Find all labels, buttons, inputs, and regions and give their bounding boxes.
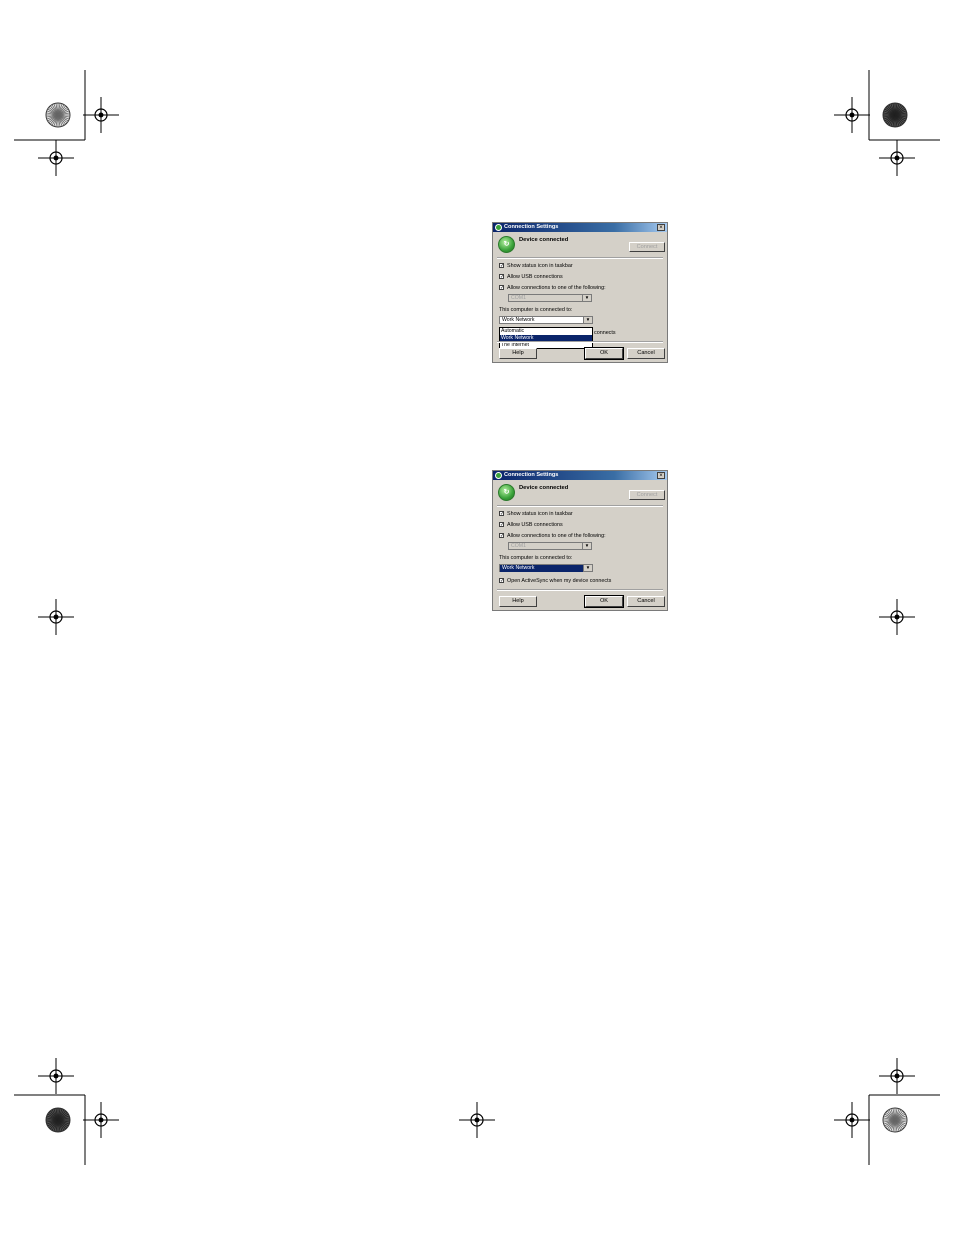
show-status-icon-label: Show status icon in taskbar — [507, 262, 573, 269]
dropdown-option-automatic[interactable]: Automatic — [500, 328, 592, 335]
chevron-down-icon: ▼ — [582, 543, 591, 549]
starburst-registration-icon — [45, 1107, 71, 1133]
crosshair-registration-icon — [879, 140, 915, 176]
title-bar[interactable]: Connection Settings × — [493, 471, 667, 480]
allow-connections-checkbox-row[interactable]: ✓ Allow connections to one of the follow… — [499, 532, 606, 539]
device-status: Device connected — [519, 237, 569, 243]
port-value: COM1 — [511, 295, 526, 301]
close-button[interactable]: × — [657, 472, 665, 479]
chevron-down-icon: ▼ — [582, 295, 591, 301]
connect-button[interactable]: Connect — [629, 490, 665, 500]
chevron-down-icon[interactable]: ▼ — [583, 565, 592, 571]
show-status-icon-checkbox-row[interactable]: ✓ Show status icon in taskbar — [499, 262, 573, 269]
divider — [497, 257, 663, 259]
network-dropdown-list: Automatic Work Network The Internet — [499, 327, 593, 349]
device-status: Device connected — [519, 485, 569, 491]
dialog-title: Connection Settings — [504, 224, 559, 230]
connection-settings-dialog: Connection Settings × ↻ Device connected… — [492, 470, 668, 611]
allow-connections-checkbox[interactable]: ✓ — [499, 285, 504, 291]
crosshair-registration-icon — [834, 1102, 870, 1138]
starburst-registration-icon — [882, 102, 908, 128]
divider — [497, 341, 663, 343]
allow-usb-checkbox-row[interactable]: ✓ Allow USB connections — [499, 273, 563, 280]
crosshair-registration-icon — [38, 140, 74, 176]
help-button[interactable]: Help — [499, 596, 537, 607]
close-button[interactable]: × — [657, 224, 665, 231]
show-status-icon-checkbox-row[interactable]: ✓ Show status icon in taskbar — [499, 510, 573, 517]
registration-marks-svg — [14, 70, 940, 1165]
allow-usb-checkbox[interactable]: ✓ — [499, 274, 504, 280]
connected-to-label: This computer is connected to: — [499, 307, 573, 313]
crosshair-registration-icon — [38, 599, 74, 635]
open-activesync-checkbox-row[interactable]: ✓ Open ActiveSync when my device connect… — [499, 577, 611, 584]
show-status-icon-checkbox[interactable]: ✓ — [499, 263, 504, 269]
ok-button[interactable]: OK — [584, 595, 624, 608]
show-status-icon-checkbox[interactable]: ✓ — [499, 511, 504, 517]
crosshair-registration-icon — [83, 97, 119, 133]
ok-button[interactable]: OK — [584, 347, 624, 360]
allow-connections-label: Allow connections to one of the followin… — [507, 532, 606, 539]
sync-arrows-icon: ↻ — [498, 236, 515, 253]
activesync-icon — [495, 472, 502, 479]
connection-settings-dialog-dropdown-open: Connection Settings × ↻ Device connected… — [492, 222, 668, 363]
connected-to-label: This computer is connected to: — [499, 555, 573, 561]
cancel-button[interactable]: Cancel — [627, 596, 665, 607]
connect-button[interactable]: Connect — [629, 242, 665, 252]
show-status-icon-label: Show status icon in taskbar — [507, 510, 573, 517]
starburst-registration-icon — [45, 102, 71, 128]
starburst-registration-icon — [882, 1107, 908, 1133]
network-value: Work Network — [502, 317, 535, 323]
allow-connections-checkbox[interactable]: ✓ — [499, 533, 504, 539]
dialog-title: Connection Settings — [504, 472, 559, 478]
allow-usb-checkbox[interactable]: ✓ — [499, 522, 504, 528]
title-bar[interactable]: Connection Settings × — [493, 223, 667, 232]
allow-usb-label: Allow USB connections — [507, 273, 563, 280]
open-activesync-label: Open ActiveSync when my device connects — [507, 577, 612, 584]
port-select[interactable]: COM1 ▼ — [508, 542, 592, 550]
allow-connections-checkbox-row[interactable]: ✓ Allow connections to one of the follow… — [499, 284, 606, 291]
crosshair-registration-icon — [459, 1102, 495, 1138]
allow-usb-checkbox-row[interactable]: ✓ Allow USB connections — [499, 521, 563, 528]
network-select[interactable]: Work Network ▼ — [499, 316, 593, 324]
allow-connections-label: Allow connections to one of the followin… — [507, 284, 606, 291]
crosshair-registration-icon — [879, 599, 915, 635]
crosshair-registration-icon — [38, 1058, 74, 1094]
cancel-button[interactable]: Cancel — [627, 348, 665, 359]
allow-usb-label: Allow USB connections — [507, 521, 563, 528]
port-value: COM1 — [511, 543, 526, 549]
help-button[interactable]: Help — [499, 348, 537, 359]
sync-arrows-icon: ↻ — [498, 484, 515, 501]
activesync-icon — [495, 224, 502, 231]
open-activesync-checkbox[interactable]: ✓ — [499, 578, 504, 584]
port-select[interactable]: COM1 ▼ — [508, 294, 592, 302]
open-activesync-partial-label: connects — [594, 330, 616, 336]
crosshair-registration-icon — [83, 1102, 119, 1138]
crosshair-registration-icon — [879, 1058, 915, 1094]
network-select[interactable]: Work Network ▼ — [499, 564, 593, 572]
crosshair-registration-icon — [834, 97, 870, 133]
divider — [497, 589, 663, 591]
chevron-down-icon[interactable]: ▼ — [583, 317, 592, 323]
network-value: Work Network — [500, 565, 583, 572]
divider — [497, 505, 663, 507]
